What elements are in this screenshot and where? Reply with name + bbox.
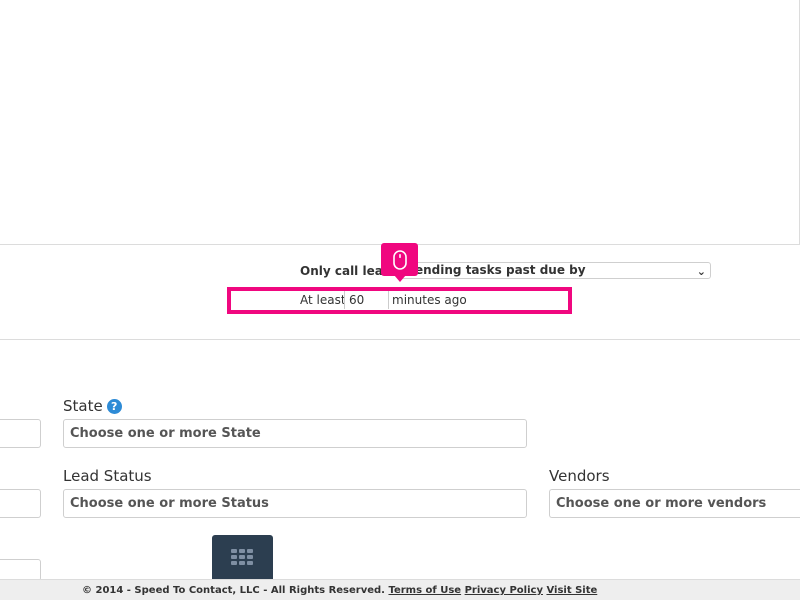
state-label: State? [63,397,122,415]
vendors-label: Vendors [549,467,610,485]
help-icon[interactable]: ? [106,399,122,414]
visit-site-link[interactable]: Visit Site [546,585,597,596]
state-select[interactable]: Choose one or more State [63,419,527,448]
left-field-stub-3[interactable] [0,559,41,581]
state-label-text: State [63,397,103,415]
grid-button[interactable] [212,535,273,580]
left-field-stub-1[interactable] [0,419,41,448]
due-select[interactable]: ending tasks past due by ⌄ [398,262,711,279]
left-field-stub-2[interactable] [0,489,41,518]
mouse-icon [392,249,407,270]
mouse-badge [381,243,418,282]
due-select-value: ending tasks past due by [415,263,586,277]
top-panel [0,0,800,245]
lead-status-select[interactable]: Choose one or more Status [63,489,527,518]
copyright-text: © 2014 - Speed To Contact, LLC - All Rig… [82,585,385,596]
lead-status-label: Lead Status [63,467,152,485]
privacy-link[interactable]: Privacy Policy [465,585,543,596]
terms-link[interactable]: Terms of Use [388,585,461,596]
vendors-select[interactable]: Choose one or more vendors [549,489,800,518]
grid-icon [231,549,253,565]
highlight-box [227,287,572,314]
chevron-down-icon: ⌄ [696,265,706,278]
footer: © 2014 - Speed To Contact, LLC - All Rig… [0,579,800,600]
